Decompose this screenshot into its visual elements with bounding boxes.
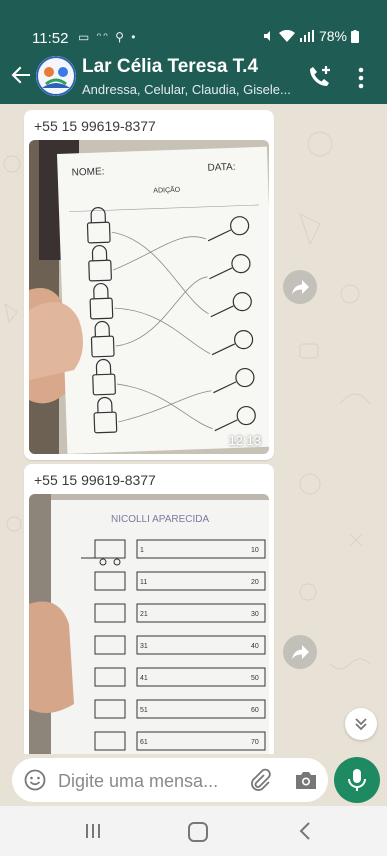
double-chevron-down-icon [355, 718, 367, 731]
message-input-container[interactable] [12, 758, 328, 802]
message-photo[interactable]: NICOLLI APARECIDA 1 10 11 20 21 30 31 40… [29, 494, 269, 754]
forward-icon [292, 280, 309, 295]
message-sender[interactable]: +55 15 99619-8377 [34, 118, 156, 134]
group-members[interactable]: Andressa, Celular, Claudia, Gisele... [82, 82, 291, 97]
home-icon[interactable] [188, 822, 208, 842]
wifi-icon [278, 30, 295, 42]
forward-button[interactable] [283, 270, 317, 304]
forward-icon [292, 645, 309, 660]
message-input[interactable] [58, 768, 238, 794]
message-time: 12:13 [228, 433, 261, 448]
svg-text:10: 10 [251, 547, 259, 554]
add-call-icon[interactable] [307, 64, 333, 90]
back-arrow-icon[interactable] [10, 64, 32, 90]
message-photo[interactable]: NOME: DATA: ADIÇÃO 12:13 [29, 140, 269, 454]
battery-icon [351, 29, 359, 43]
voice-message-button[interactable] [334, 757, 380, 803]
signal-icon [299, 30, 314, 42]
svg-text:20: 20 [251, 579, 259, 586]
svg-text:31: 31 [140, 643, 148, 650]
group-title[interactable]: Lar Célia Teresa T.4 [82, 56, 258, 78]
status-right-group: 78% [263, 28, 359, 44]
status-notification-icons: ▭ ᵔᵔ ⚲ • [78, 30, 138, 44]
svg-text:60: 60 [251, 707, 259, 714]
microphone-icon [348, 769, 366, 791]
svg-text:11: 11 [140, 579, 147, 586]
worksheet-train-photo-image: NICOLLI APARECIDA 1 10 11 20 21 30 31 40… [29, 494, 269, 754]
battery-percent: 78% [318, 28, 347, 44]
message-sender[interactable]: +55 15 99619-8377 [34, 472, 156, 488]
mute-icon [263, 31, 270, 41]
message-bubble[interactable]: +55 15 99619-8377 NICOLLI APARECIDA 1 10… [24, 464, 274, 754]
emoji-icon[interactable] [24, 769, 46, 791]
svg-text:51: 51 [140, 707, 148, 714]
message-bubble[interactable]: +55 15 99619-8377 NOME: DATA: ADIÇÃO 12:… [24, 110, 274, 460]
svg-text:DATA:: DATA: [207, 162, 235, 174]
svg-text:41: 41 [140, 675, 148, 682]
more-options-icon[interactable] [356, 66, 366, 90]
recent-apps-icon[interactable] [83, 823, 103, 839]
svg-text:61: 61 [140, 739, 148, 746]
composer-bar [0, 754, 387, 806]
camera-icon[interactable] [294, 769, 318, 791]
svg-text:70: 70 [251, 739, 259, 746]
group-avatar[interactable] [36, 56, 76, 96]
svg-text:1: 1 [140, 547, 144, 554]
status-time: 11:52 [32, 30, 69, 47]
chat-area[interactable]: +55 15 99619-8377 NOME: DATA: ADIÇÃO 12:… [0, 104, 387, 754]
svg-text:40: 40 [251, 643, 259, 650]
svg-text:NOME:: NOME: [71, 166, 104, 178]
system-navigation-bar [0, 806, 387, 856]
worksheet-photo-image: NOME: DATA: ADIÇÃO [29, 140, 269, 454]
status-bar: 11:52 ▭ ᵔᵔ ⚲ • 78% [0, 0, 387, 52]
svg-text:NICOLLI APARECIDA: NICOLLI APARECIDA [111, 514, 210, 525]
svg-text:30: 30 [251, 611, 259, 618]
scroll-to-bottom-button[interactable] [345, 708, 377, 740]
attach-icon[interactable] [247, 768, 273, 794]
chat-header[interactable]: Lar Célia Teresa T.4 Andressa, Celular, … [0, 52, 387, 104]
forward-button[interactable] [283, 635, 317, 669]
svg-text:21: 21 [140, 611, 148, 618]
svg-text:50: 50 [251, 675, 259, 682]
back-icon[interactable] [297, 821, 313, 841]
